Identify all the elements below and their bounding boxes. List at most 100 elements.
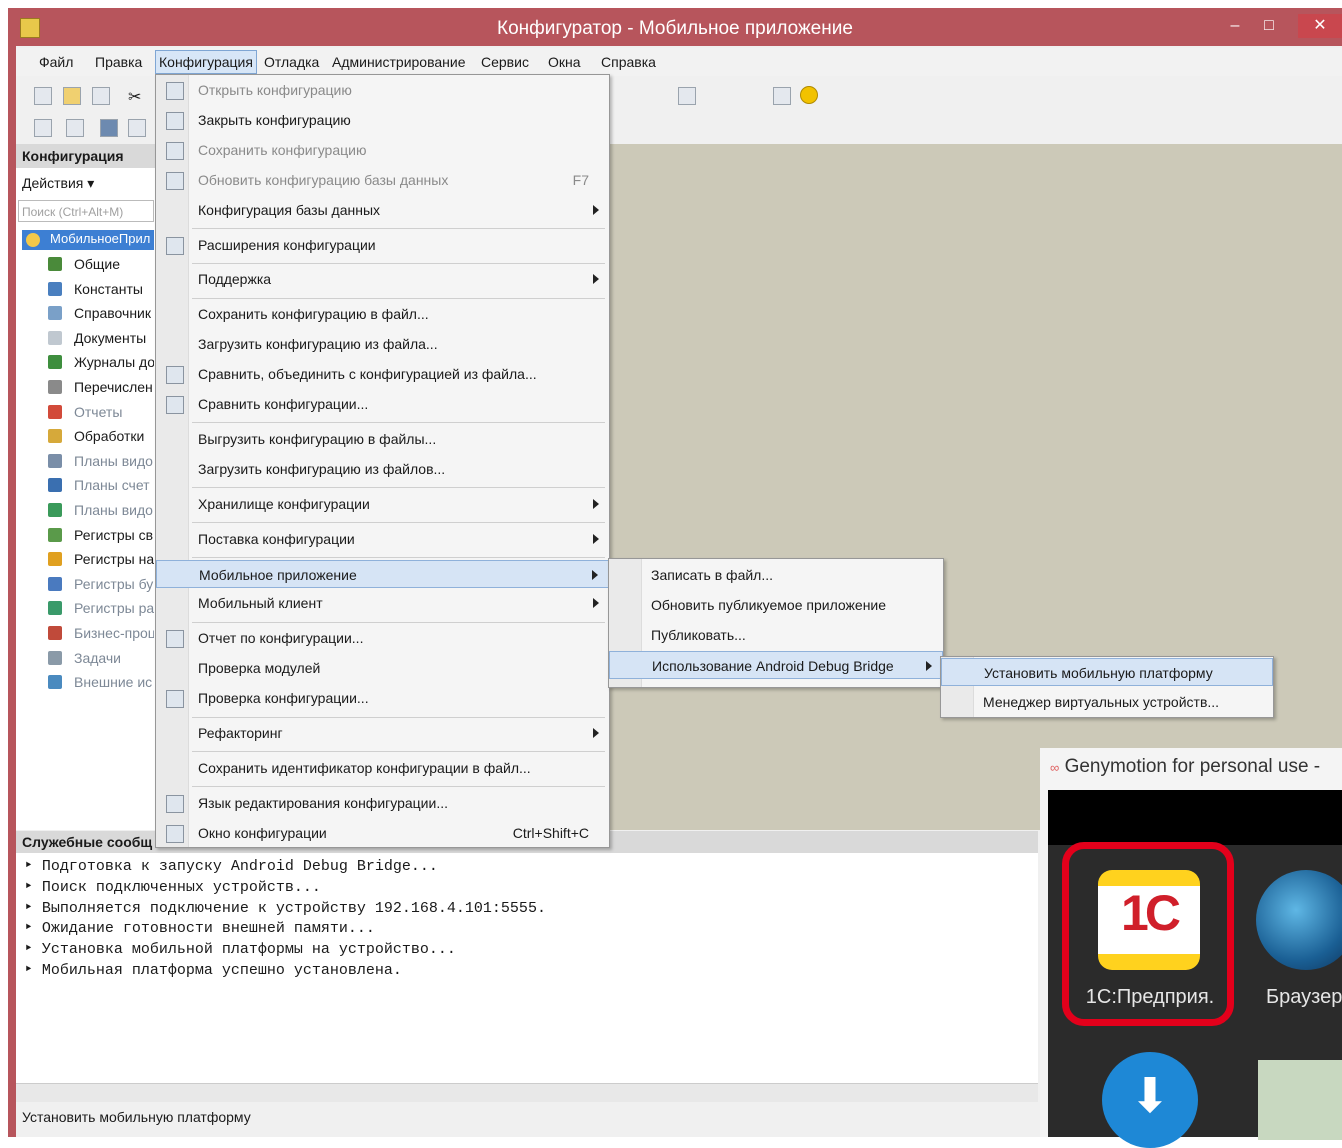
- search-input[interactable]: Поиск (Ctrl+Alt+M): [18, 200, 154, 222]
- save-icon[interactable]: [92, 87, 110, 105]
- menu-item[interactable]: Сравнить конфигурации...: [156, 390, 609, 418]
- menu-item[interactable]: Обновить публикуемое приложение: [609, 591, 943, 619]
- tree-item[interactable]: Обработки: [48, 425, 154, 447]
- documents-icon: [48, 330, 62, 345]
- menu-item[interactable]: Выгрузить конфигурацию в файлы...: [156, 425, 609, 453]
- menu-item[interactable]: Менеджер виртуальных устройств...: [941, 688, 1273, 716]
- menu-help[interactable]: Справка: [598, 52, 659, 72]
- menu-item[interactable]: Открыть конфигурацию: [156, 76, 609, 104]
- tree-item[interactable]: Планы видо: [48, 499, 154, 521]
- back-icon[interactable]: [612, 87, 628, 103]
- info-icon[interactable]: [800, 86, 818, 104]
- tree-item[interactable]: Журналы до: [48, 351, 154, 373]
- menu-item[interactable]: Мобильный клиент: [156, 589, 609, 617]
- db-icon[interactable]: [100, 119, 118, 137]
- menu-item[interactable]: Отчет по конфигурации...: [156, 624, 609, 652]
- menu-item[interactable]: Сохранить конфигурацию: [156, 136, 609, 164]
- horizontal-scrollbar[interactable]: [16, 1083, 1038, 1102]
- tree-item[interactable]: Регистры на: [48, 548, 154, 570]
- menu-item-label: Загрузить конфигурацию из файлов...: [198, 460, 446, 477]
- general-icon: [48, 257, 62, 271]
- doc-icon[interactable]: [773, 87, 791, 105]
- menu-item[interactable]: Использование Android Debug Bridge: [609, 651, 943, 679]
- menu-service[interactable]: Сервис: [478, 52, 532, 72]
- adb-submenu: Установить мобильную платформу Менеджер в…: [940, 656, 1274, 718]
- menu-item[interactable]: Расширения конфигурации: [156, 231, 609, 259]
- tree-item[interactable]: Регистры ра: [48, 597, 154, 619]
- tree-item[interactable]: Задачи: [48, 647, 154, 669]
- tree-root[interactable]: МобильноеПрил: [22, 230, 154, 250]
- genymotion-logo-icon: ∞: [1050, 760, 1060, 775]
- menu-edit[interactable]: Правка: [92, 52, 145, 72]
- menu-item[interactable]: Публиковать...: [609, 621, 943, 649]
- window-title: Конфигуратор - Мобильное приложение: [497, 18, 853, 39]
- tree-item[interactable]: Документы: [48, 327, 154, 349]
- menu-item-label: Сохранить конфигурацию в файл...: [198, 306, 429, 323]
- menu-item[interactable]: Мобильное приложение: [156, 559, 609, 588]
- menu-item[interactable]: Загрузить конфигурацию из файлов...: [156, 455, 609, 483]
- menu-file[interactable]: Файл: [36, 52, 76, 72]
- menu-item[interactable]: Рефакторинг: [156, 719, 609, 747]
- menu-item[interactable]: Поставка конфигурации: [156, 525, 609, 553]
- menu-item-label: Сохранить идентификатор конфигурации в ф…: [198, 759, 531, 776]
- android-status-area: [1048, 790, 1342, 845]
- menu-item[interactable]: Сохранить конфигурацию в файл...: [156, 300, 609, 328]
- minimize-button[interactable]: –: [1220, 14, 1250, 38]
- tree-item-label: Регистры ра: [74, 600, 154, 617]
- tree-item[interactable]: Планы счет: [48, 474, 154, 496]
- tree-item[interactable]: Отчеты: [48, 401, 154, 423]
- tree-item[interactable]: Константы: [48, 278, 154, 300]
- new-icon[interactable]: [34, 87, 52, 105]
- menu-item[interactable]: Окно конфигурации Ctrl+Shift+C: [156, 819, 609, 847]
- menu-separator: [192, 422, 605, 424]
- menu-item[interactable]: Язык редактирования конфигурации...: [156, 789, 609, 817]
- menu-item[interactable]: Записать в файл...: [609, 561, 943, 589]
- menu-windows[interactable]: Окна: [545, 52, 584, 72]
- gallery-app-icon[interactable]: [1258, 1060, 1342, 1140]
- menu-item[interactable]: Хранилище конфигурации: [156, 490, 609, 518]
- download-app-icon[interactable]: ⬇: [1102, 1052, 1198, 1148]
- menu-item[interactable]: Конфигурация базы данных: [156, 196, 609, 224]
- submenu-arrow-icon: [593, 598, 599, 609]
- menu-item[interactable]: Сравнить, объединить с конфигурацией из …: [156, 360, 609, 388]
- tree-item[interactable]: Внешние ис: [48, 671, 154, 693]
- messages-panel: ‣ Подготовка к запуску Android Debug Bri…: [16, 853, 1038, 1083]
- menu-administration[interactable]: Администрирование: [329, 52, 469, 72]
- menu-item[interactable]: Обновить конфигурацию базы данных F7: [156, 166, 609, 194]
- menu-item[interactable]: Установить мобильную платформу: [941, 658, 1273, 686]
- menu-item-label: Установить мобильную платформу: [984, 665, 1213, 681]
- debug-icon[interactable]: [712, 87, 728, 103]
- cut-icon[interactable]: ✂: [128, 87, 144, 106]
- genymotion-title: ∞ Genymotion for personal use -: [1050, 756, 1321, 777]
- menu-debug[interactable]: Отладка: [261, 52, 322, 72]
- menu-item-label: Расширения конфигурации: [198, 236, 376, 253]
- menu-item[interactable]: Закрыть конфигурацию: [156, 106, 609, 134]
- menu-separator: [192, 297, 605, 299]
- menu-item[interactable]: Сохранить идентификатор конфигурации в ф…: [156, 754, 609, 782]
- actions-button[interactable]: Действия ▾: [22, 175, 94, 192]
- menu-item-icon: [166, 171, 184, 190]
- config-icon[interactable]: [66, 119, 84, 137]
- menu-item[interactable]: Проверка модулей: [156, 654, 609, 682]
- menu-configuration[interactable]: Конфигурация: [155, 50, 257, 74]
- tree-item-label: Планы видо: [74, 502, 153, 518]
- tree-item[interactable]: Регистры бу: [48, 573, 154, 595]
- grid-icon[interactable]: [128, 119, 146, 137]
- menu-item[interactable]: Поддержка: [156, 265, 609, 293]
- tree-item[interactable]: Перечислен: [48, 376, 154, 398]
- close-button[interactable]: ✕: [1298, 14, 1342, 38]
- open-icon[interactable]: [63, 87, 81, 105]
- tree-item[interactable]: Регистры св: [48, 524, 154, 546]
- window-icon[interactable]: [678, 87, 696, 105]
- menu-separator: [192, 716, 605, 718]
- menu-item[interactable]: Загрузить конфигурацию из файла...: [156, 330, 609, 358]
- tree-item-label: Задачи: [74, 649, 122, 666]
- list-icon[interactable]: [34, 119, 52, 137]
- maximize-button[interactable]: □: [1254, 14, 1284, 38]
- menu-item[interactable]: Проверка конфигурации...: [156, 684, 609, 712]
- tree-item[interactable]: Справочник: [48, 302, 154, 324]
- menu-separator: [192, 262, 605, 264]
- tree-item[interactable]: Общие: [48, 253, 154, 275]
- tree-item[interactable]: Планы видо: [48, 450, 154, 472]
- tree-item[interactable]: Бизнес-проц: [48, 622, 154, 644]
